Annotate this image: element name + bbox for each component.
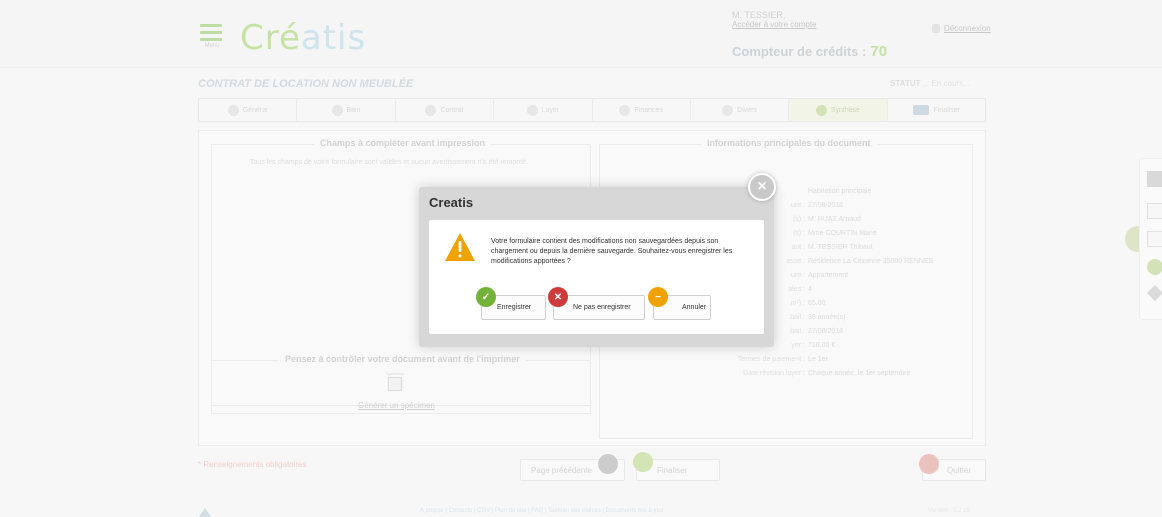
dialog-body: Votre formulaire contient des modificati…	[429, 220, 764, 334]
save-label: Enregistrer	[497, 304, 532, 311]
dialog-message: Votre formulaire contient des modificati…	[491, 238, 733, 265]
save-button[interactable]: ✓ Enregistrer	[476, 287, 546, 320]
cancel-button[interactable]: − Annuler	[648, 287, 711, 320]
check-icon: ✓	[476, 287, 496, 307]
unsaved-changes-dialog: Creatis × Votre formulaire contient des …	[419, 173, 776, 347]
warning-icon	[445, 233, 475, 261]
dont-save-button[interactable]: ✕ Ne pas enregistrer	[548, 287, 645, 320]
close-icon[interactable]: ×	[748, 173, 776, 201]
cancel-label: Annuler	[682, 304, 707, 311]
dialog-title: Creatis	[429, 195, 474, 210]
close-circle-icon: ✕	[548, 287, 568, 307]
dont-save-label: Ne pas enregistrer	[573, 304, 631, 311]
minus-circle-icon: −	[648, 287, 668, 307]
app-page: Menu Créatis M. TESSIER, Accéder à votre…	[0, 0, 1162, 517]
